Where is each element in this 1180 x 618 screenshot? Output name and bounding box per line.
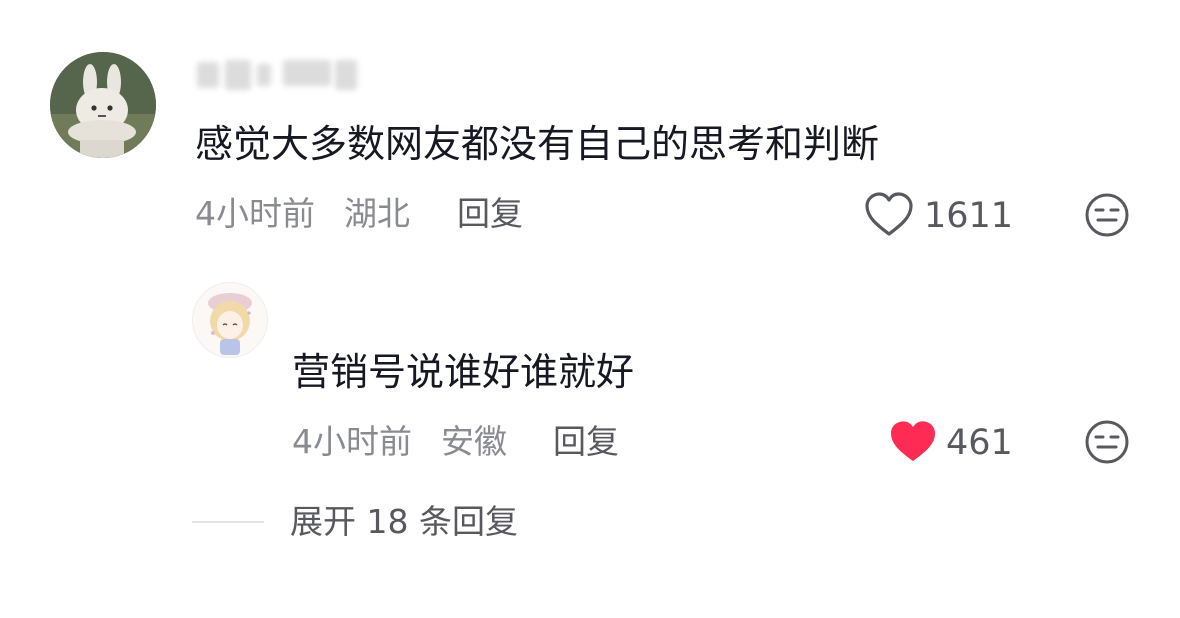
reply-reply-button[interactable]: 回复 xyxy=(553,420,619,464)
reply-text: 营销号说谁好谁就好 xyxy=(292,350,635,394)
comment-meta: 4小时前 湖北 xyxy=(195,192,410,236)
reply-dislike-button[interactable] xyxy=(1084,419,1130,465)
comment-like-count: 1611 xyxy=(924,196,1014,236)
unamused-face-icon xyxy=(1085,193,1129,237)
reply-location: 安徽 xyxy=(441,422,507,461)
expand-divider xyxy=(192,521,264,523)
heart-filled-icon xyxy=(891,421,935,462)
comment-like-button[interactable] xyxy=(864,192,914,238)
heart-outline-icon xyxy=(865,192,913,236)
username-blurred[interactable] xyxy=(195,58,360,94)
comment-location: 湖北 xyxy=(344,194,410,233)
comment-time: 4小时前 xyxy=(195,194,315,233)
reply-like-button[interactable] xyxy=(889,420,937,464)
unamused-face-icon xyxy=(1085,420,1129,464)
reply-like-count: 461 xyxy=(946,423,1013,463)
expand-replies-button[interactable]: 展开 18 条回复 xyxy=(290,500,518,544)
comment-text: 感觉大多数网友都没有自己的思考和判断 xyxy=(195,122,880,166)
reply-meta: 4小时前 安徽 xyxy=(292,420,507,464)
reply-time: 4小时前 xyxy=(292,422,412,461)
comment-dislike-button[interactable] xyxy=(1084,192,1130,238)
reply-avatar[interactable] xyxy=(192,282,268,358)
commenter-avatar[interactable] xyxy=(50,52,156,158)
comment-reply-button[interactable]: 回复 xyxy=(457,192,523,236)
